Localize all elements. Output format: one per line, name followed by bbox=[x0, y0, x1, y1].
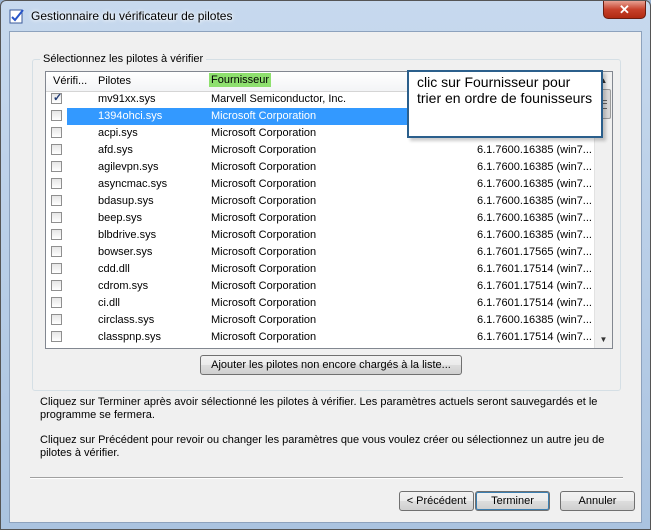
checklist-app-icon bbox=[9, 8, 25, 24]
provider-cell: Microsoft Corporation bbox=[211, 161, 317, 173]
dialog-window: Gestionnaire du vérificateur de pilotes … bbox=[0, 0, 651, 530]
version-cell: 6.1.7600.16385 (win7... bbox=[477, 178, 592, 190]
cancel-button[interactable]: Annuler bbox=[560, 491, 635, 511]
finish-button[interactable]: Terminer bbox=[475, 491, 550, 511]
provider-cell: Microsoft Corporation bbox=[211, 212, 317, 224]
version-cell: 6.1.7600.16385 (win7... bbox=[477, 161, 592, 173]
version-cell: 6.1.7601.17514 (win7... bbox=[477, 263, 592, 275]
version-cell: 6.1.7600.16385 (win7... bbox=[477, 314, 592, 326]
table-row[interactable]: circlass.sys Microsoft Corporation 6.1.760… bbox=[46, 312, 597, 329]
scroll-down-arrow-icon[interactable]: ▼ bbox=[595, 331, 612, 348]
provider-cell: Microsoft Corporation bbox=[211, 178, 317, 190]
version-cell: 6.1.7601.17565 (win7... bbox=[477, 246, 592, 258]
verify-checkbox[interactable] bbox=[51, 161, 62, 172]
window-title: Gestionnaire du vérificateur de pilotes bbox=[31, 9, 233, 23]
verify-checkbox[interactable] bbox=[51, 144, 62, 155]
version-cell: 6.1.7600.16385 (win7... bbox=[477, 229, 592, 241]
driver-name-cell: cdrom.sys bbox=[98, 280, 149, 292]
provider-cell: Microsoft Corporation bbox=[211, 229, 317, 241]
table-row[interactable]: afd.sys Microsoft Corporation 6.1.7600.163… bbox=[46, 142, 597, 159]
table-row[interactable]: beep.sys Microsoft Corporation 6.1.7600.16… bbox=[46, 210, 597, 227]
checkmark-icon: ✓ bbox=[53, 92, 63, 104]
version-cell: 6.1.7600.16385 (win7... bbox=[477, 212, 592, 224]
provider-cell: Microsoft Corporation bbox=[211, 297, 317, 309]
provider-cell: Microsoft Corporation bbox=[211, 314, 317, 326]
verify-checkbox[interactable] bbox=[51, 178, 62, 189]
version-cell: 6.1.7601.17514 (win7... bbox=[477, 297, 592, 309]
version-cell: 6.1.7601.17514 (win7... bbox=[477, 280, 592, 292]
provider-cell: Microsoft Corporation bbox=[211, 195, 317, 207]
version-cell: 6.1.7600.16385 (win7... bbox=[477, 195, 592, 207]
driver-name-cell: classpnp.sys bbox=[98, 331, 161, 343]
driver-name-cell: agilevpn.sys bbox=[98, 161, 159, 173]
verify-checkbox[interactable] bbox=[51, 331, 62, 342]
verify-checkbox[interactable] bbox=[51, 127, 62, 138]
version-cell: 6.1.7601.17514 (win7... bbox=[477, 331, 592, 343]
column-header-provider[interactable]: Fournisseur bbox=[209, 73, 272, 87]
verify-checkbox[interactable] bbox=[51, 348, 62, 349]
verify-checkbox[interactable] bbox=[51, 246, 62, 257]
driver-name-cell: afd.sys bbox=[98, 144, 133, 156]
driver-name-cell: acpi.sys bbox=[98, 127, 138, 139]
verify-checkbox[interactable] bbox=[51, 263, 62, 274]
provider-cell: Microsoft Corporation bbox=[211, 263, 317, 275]
driver-name-cell: mv91xx.sys bbox=[98, 93, 156, 105]
table-row[interactable]: bowser.sys Microsoft Corporation 6.1.7601.… bbox=[46, 244, 597, 261]
provider-cell: Microsoft Corporation bbox=[211, 280, 317, 292]
dialog-content: Sélectionnez les pilotes à vérifier Véri… bbox=[9, 31, 642, 523]
title-bar[interactable]: Gestionnaire du vérificateur de pilotes … bbox=[1, 1, 650, 31]
table-row[interactable]: asyncmac.sys Microsoft Corporation 6.1.760… bbox=[46, 176, 597, 193]
verify-checkbox[interactable] bbox=[51, 110, 62, 121]
separator bbox=[30, 477, 623, 479]
driver-name-cell: ci.dll bbox=[98, 297, 121, 309]
verify-checkbox[interactable] bbox=[51, 297, 62, 308]
verify-checkbox[interactable] bbox=[51, 314, 62, 325]
version-cell: 6.1.7600.16385 (win7... bbox=[477, 144, 592, 156]
driver-name-cell: 1394ohci.sys bbox=[98, 110, 163, 122]
verify-checkbox[interactable] bbox=[51, 212, 62, 223]
driver-name-cell: blbdrive.sys bbox=[98, 229, 157, 241]
add-drivers-button[interactable]: Ajouter les pilotes non encore chargés à… bbox=[200, 355, 462, 375]
provider-cell: Microsoft Corporation bbox=[211, 331, 317, 343]
back-button[interactable]: < Précédent bbox=[399, 491, 474, 511]
driver-name-cell: bowser.sys bbox=[98, 246, 153, 258]
annotation-callout: clic sur Fournisseur pour trier en ordre… bbox=[407, 70, 603, 138]
table-row[interactable]: cdrom.sys Microsoft Corporation 6.1.7601.1… bbox=[46, 278, 597, 295]
table-row[interactable]: bdasup.sys Microsoft Corporation 6.1.7600.… bbox=[46, 193, 597, 210]
provider-cell: Microsoft Corporation bbox=[211, 246, 317, 258]
table-row[interactable] bbox=[46, 346, 597, 349]
verify-checkbox[interactable]: ✓ bbox=[51, 92, 63, 104]
driver-name-cell: asyncmac.sys bbox=[98, 178, 168, 190]
column-header-verify[interactable]: Vérifi... bbox=[53, 75, 87, 87]
table-row[interactable]: ci.dll Microsoft Corporation 6.1.7601.1751… bbox=[46, 295, 597, 312]
table-row[interactable]: classpnp.sys Microsoft Corporation 6.1.760… bbox=[46, 329, 597, 346]
driver-name-cell: cdd.dll bbox=[98, 263, 130, 275]
verify-checkbox[interactable] bbox=[51, 280, 62, 291]
back-info-text: Cliquez sur Précédent pour revoir ou cha… bbox=[40, 434, 605, 459]
driver-name-cell: beep.sys bbox=[98, 212, 143, 224]
provider-cell: Microsoft Corporation bbox=[211, 144, 317, 156]
verify-checkbox[interactable] bbox=[51, 195, 62, 206]
close-button[interactable]: ✕ bbox=[603, 1, 646, 19]
table-row[interactable]: cdd.dll Microsoft Corporation 6.1.7601.175… bbox=[46, 261, 597, 278]
column-header-driver[interactable]: Pilotes bbox=[98, 75, 131, 87]
driver-name-cell: circlass.sys bbox=[98, 314, 155, 326]
driver-name-cell: bdasup.sys bbox=[98, 195, 154, 207]
verify-checkbox[interactable] bbox=[51, 229, 62, 240]
table-row[interactable]: blbdrive.sys Microsoft Corporation 6.1.760… bbox=[46, 227, 597, 244]
finish-info-text: Cliquez sur Terminer après avoir sélecti… bbox=[40, 396, 598, 421]
table-row[interactable]: agilevpn.sys Microsoft Corporation 6.1.760… bbox=[46, 159, 597, 176]
group-label: Sélectionnez les pilotes à vérifier bbox=[40, 53, 207, 65]
